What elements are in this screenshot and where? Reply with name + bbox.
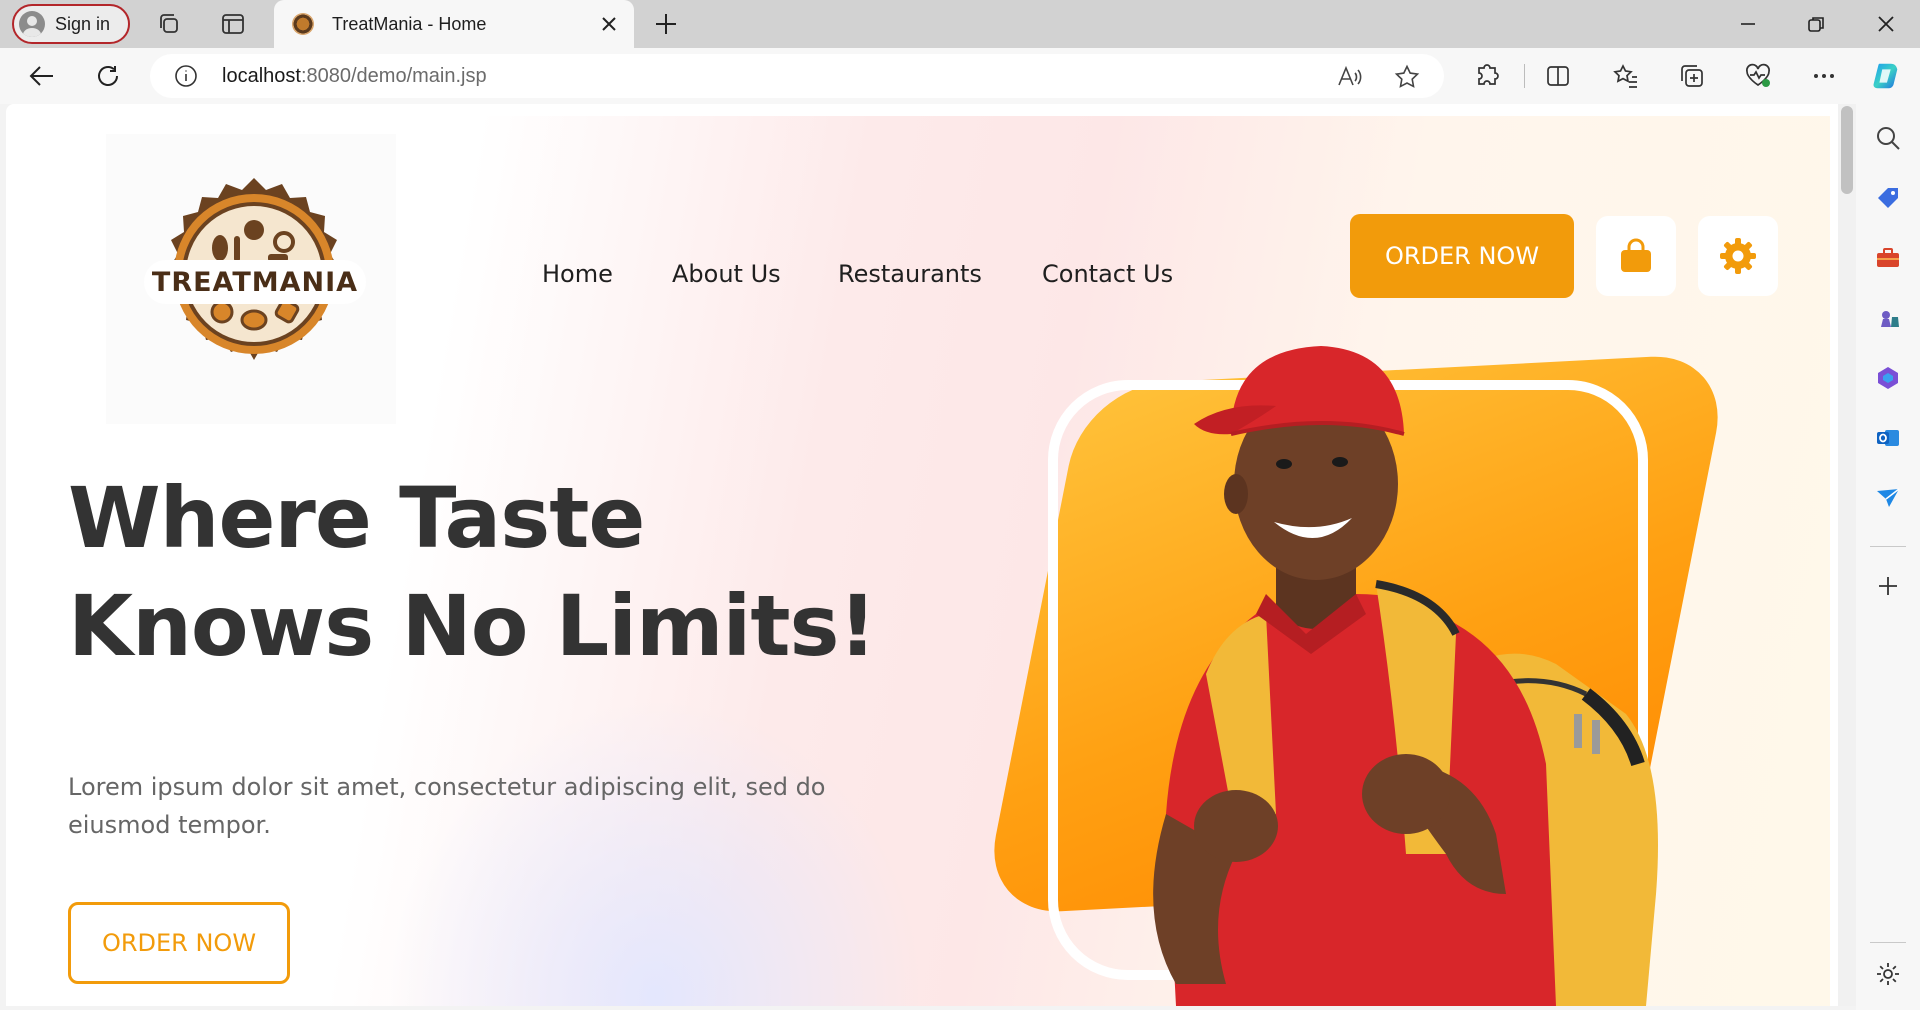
sign-in-button[interactable]: Sign in xyxy=(12,4,130,44)
close-window-icon[interactable] xyxy=(1870,8,1902,40)
browser-essentials-heart-icon[interactable] xyxy=(1742,60,1774,92)
favorite-star-icon[interactable] xyxy=(1394,64,1420,90)
nav-home-link[interactable]: Home xyxy=(542,260,613,288)
edge-sidebar xyxy=(1856,104,1920,1010)
site-info-icon[interactable] xyxy=(174,64,198,88)
url-path: :8080/demo/main.jsp xyxy=(300,65,487,87)
page-viewport: TREATMANIA Home About Us Restaurants Con… xyxy=(6,104,1838,1006)
shopping-bag-icon xyxy=(1616,236,1656,276)
collections-icon[interactable] xyxy=(1676,60,1708,92)
order-now-header-button[interactable]: ORDER NOW xyxy=(1350,214,1574,298)
site-favicon-icon xyxy=(292,13,314,35)
workspaces-icon[interactable] xyxy=(152,7,186,41)
add-sidebar-app-plus-icon[interactable] xyxy=(1874,572,1902,600)
page-scrollbar[interactable] xyxy=(1838,104,1856,1006)
restore-icon[interactable] xyxy=(1800,8,1832,40)
browser-title-bar: Sign in TreatMania - Home xyxy=(0,0,1920,48)
nav-restaurants-link[interactable]: Restaurants xyxy=(838,260,982,288)
read-aloud-icon[interactable] xyxy=(1336,64,1362,90)
new-tab-plus-icon[interactable] xyxy=(650,8,682,40)
hero-headline: Where Taste Knows No Limits! xyxy=(68,464,877,680)
tools-toolbox-icon[interactable] xyxy=(1874,244,1902,272)
nav-about-link[interactable]: About Us xyxy=(672,260,781,288)
hero-description: Lorem ipsum dolor sit amet, consectetur … xyxy=(68,773,826,839)
close-tab-icon[interactable] xyxy=(598,13,620,35)
hero-headline-line1: Where Taste xyxy=(68,469,645,567)
gear-icon xyxy=(1717,235,1759,277)
nav-contact-link[interactable]: Contact Us xyxy=(1042,260,1173,288)
settings-button[interactable] xyxy=(1698,216,1778,296)
copilot-icon[interactable] xyxy=(1870,60,1902,92)
games-chess-icon[interactable] xyxy=(1874,304,1902,332)
sidebar-divider-bottom xyxy=(1870,942,1906,943)
hero-headline-line2: Knows No Limits! xyxy=(68,577,877,675)
shopping-tag-icon[interactable] xyxy=(1874,184,1902,212)
outlook-icon[interactable] xyxy=(1874,424,1902,452)
order-now-hero-button[interactable]: ORDER NOW xyxy=(68,902,290,984)
refresh-icon[interactable] xyxy=(90,58,126,94)
delivery-person-photo xyxy=(1026,294,1766,1006)
toolbar-divider xyxy=(1524,64,1525,88)
search-icon[interactable] xyxy=(1874,124,1902,152)
favorites-list-icon[interactable] xyxy=(1610,60,1642,92)
sidebar-divider xyxy=(1870,546,1906,547)
scrollbar-thumb[interactable] xyxy=(1841,106,1853,194)
profile-avatar-icon xyxy=(19,11,45,37)
back-arrow-icon[interactable] xyxy=(24,58,60,94)
microsoft-365-icon[interactable] xyxy=(1874,364,1902,392)
browser-toolbar: localhost:8080/demo/main.jsp xyxy=(0,48,1920,104)
more-options-ellipsis-icon[interactable] xyxy=(1808,60,1840,92)
url-text: localhost:8080/demo/main.jsp xyxy=(222,65,487,88)
url-host: localhost xyxy=(222,65,301,87)
split-screen-icon[interactable] xyxy=(1542,60,1574,92)
sign-in-label: Sign in xyxy=(55,13,111,34)
tab-treatmania[interactable]: TreatMania - Home xyxy=(274,0,634,48)
address-bar[interactable]: localhost:8080/demo/main.jsp xyxy=(150,54,1444,98)
extensions-puzzle-icon[interactable] xyxy=(1472,60,1504,92)
send-drop-icon[interactable] xyxy=(1874,484,1902,512)
shopping-bag-button[interactable] xyxy=(1596,216,1676,296)
tab-title: TreatMania - Home xyxy=(332,13,487,34)
sidebar-settings-gear-icon[interactable] xyxy=(1874,960,1902,988)
tab-actions-icon[interactable] xyxy=(216,7,250,41)
minimize-icon[interactable] xyxy=(1732,8,1764,40)
logo-wordmark: TREATMANIA xyxy=(144,260,366,304)
